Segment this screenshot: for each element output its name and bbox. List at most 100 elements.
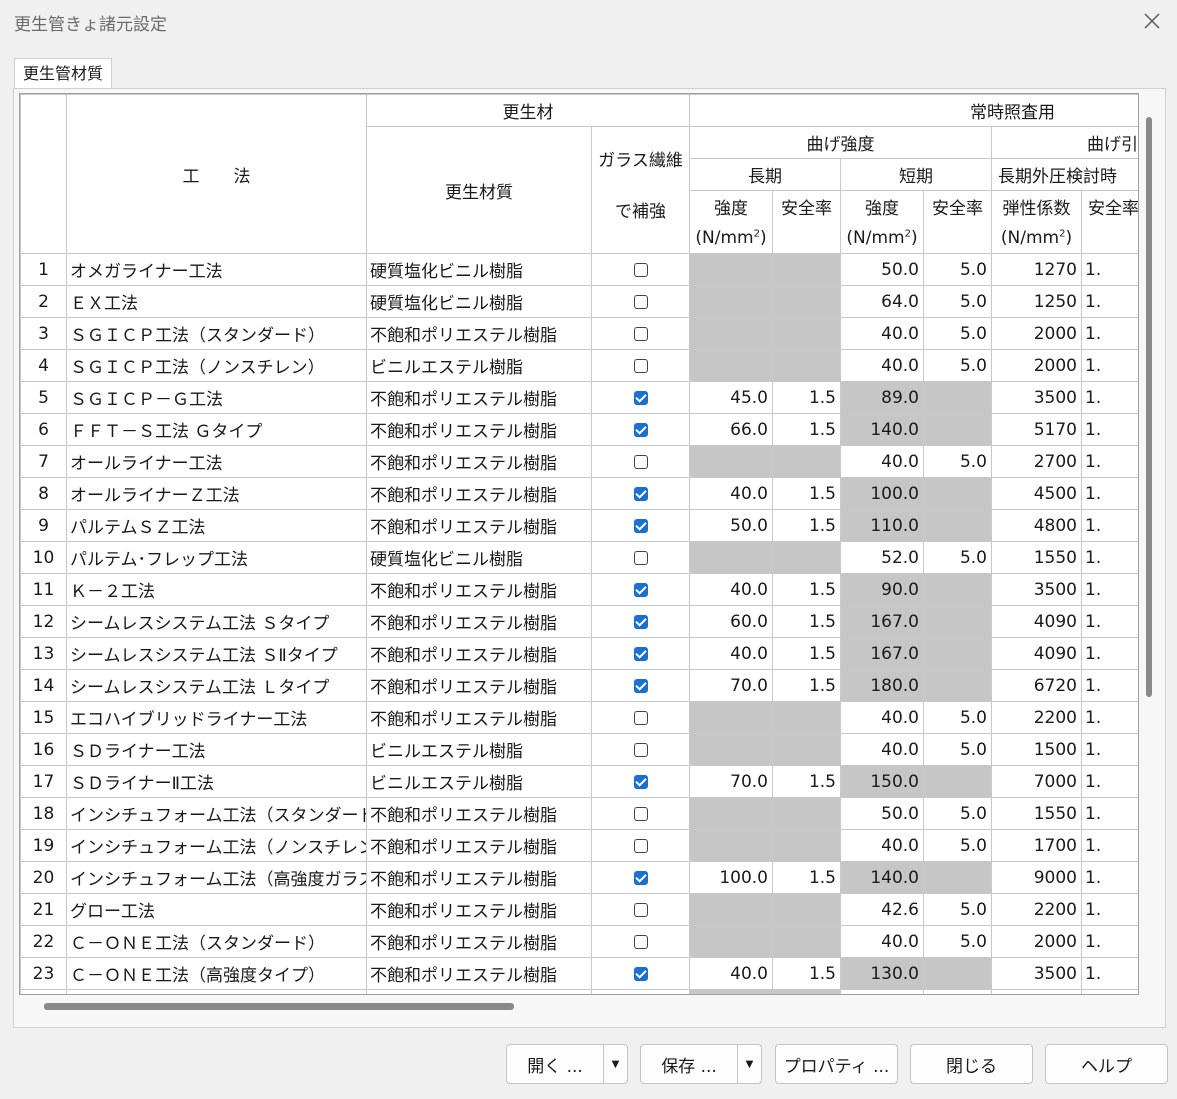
cell-choki-kyodo[interactable] [689, 893, 773, 926]
cell-tanki-anzen[interactable]: 5.0 [923, 317, 992, 350]
cell-dansei[interactable]: 4500 [991, 477, 1082, 510]
cell-choki-anzen[interactable]: 1.5 [772, 605, 841, 638]
cell-choki-anzen[interactable] [772, 253, 841, 286]
cell-kouhou[interactable]: Ｃ－ＯＮＥ工法（スタンダード） [66, 925, 367, 958]
cell-kouhou[interactable]: ＳＧＩＣＰ－Ｇ工法 [66, 381, 367, 414]
cell-choki-anzen[interactable] [772, 349, 841, 382]
cell-choki-anzen[interactable] [772, 445, 841, 478]
cell-choki-anzen[interactable]: 1.5 [772, 413, 841, 446]
cell-kouhou[interactable]: ＳＧＩＣＰ工法（ノンスチレン） [66, 349, 367, 382]
cell-zaishitsu[interactable]: 不飽和ポリエステル樹脂 [366, 637, 592, 670]
save-dropdown-button[interactable]: ▼ [737, 1044, 762, 1084]
cell-choki-kyodo[interactable]: 40.0 [689, 957, 773, 990]
cell-anzen2[interactable]: 1. [1081, 829, 1138, 862]
cell-kouhou[interactable]: パルテム･フレップ工法 [66, 541, 367, 574]
cell-zaishitsu[interactable]: 不飽和ポリエステル樹脂 [366, 509, 592, 542]
table-row[interactable]: 9 パルテムＳＺ工法 不飽和ポリエステル樹脂 50.0 1.5 110.0 4800 1. [20, 509, 1138, 542]
column-header-tanki-kyodo[interactable]: 強度 [840, 190, 924, 222]
cell-tanki-kyodo[interactable]: 40.0 [840, 829, 924, 862]
cell-choki-kyodo[interactable] [689, 925, 773, 958]
cell-zaishitsu[interactable]: 不飽和ポリエステル樹脂 [366, 413, 592, 446]
close-button[interactable]: 閉じる [910, 1044, 1033, 1084]
column-header-choki-anzen[interactable]: 安全率 [772, 190, 841, 222]
cell-tanki-kyodo[interactable]: 64.0 [840, 285, 924, 318]
table-row[interactable]: 10 パルテム･フレップ工法 硬質塩化ビニル樹脂 52.0 5.0 1550 1. [20, 541, 1138, 574]
cell-choki-anzen[interactable]: 1.5 [772, 669, 841, 702]
cell-kouhou[interactable]: オールライナーＺ工法 [66, 477, 367, 510]
cell-anzen2[interactable]: 1. [1081, 445, 1138, 478]
cell-choki-anzen[interactable] [772, 893, 841, 926]
cell-anzen2[interactable]: 1. [1081, 317, 1138, 350]
cell-tanki-anzen[interactable] [923, 957, 992, 990]
cell-dansei[interactable]: 7000 [991, 765, 1082, 798]
cell-anzen2[interactable]: 1. [1081, 413, 1138, 446]
column-header-tanki-anzen[interactable]: 安全率 [923, 190, 992, 222]
table-row[interactable]: 22 Ｃ－ＯＮＥ工法（スタンダード） 不飽和ポリエステル樹脂 40.0 5.0 2000 1… [20, 925, 1138, 958]
glass-checkbox[interactable] [633, 614, 648, 629]
table-row[interactable]: 13 シームレスシステム工法 ＳⅡタイプ 不飽和ポリエステル樹脂 40.0 1.5 167… [20, 637, 1138, 670]
cell-zaishitsu[interactable]: 不飽和ポリエステル樹脂 [366, 381, 592, 414]
cell-glass[interactable] [591, 861, 690, 894]
cell-kouhou[interactable]: インシチュフォーム工法（高強度ガラス） [66, 861, 367, 894]
glass-checkbox[interactable] [633, 294, 648, 309]
cell-dansei[interactable]: 3500 [991, 381, 1082, 414]
cell-dansei[interactable]: 1550 [991, 541, 1082, 574]
cell-tanki-kyodo[interactable]: 180.0 [840, 669, 924, 702]
cell-glass[interactable] [591, 829, 690, 862]
cell-tanki-anzen[interactable] [923, 861, 992, 894]
row-number[interactable]: 2 [20, 285, 67, 318]
cell-dansei[interactable]: 4090 [991, 637, 1082, 670]
cell-tanki-kyodo[interactable]: 40.0 [840, 349, 924, 382]
cell-choki-anzen[interactable]: 1.5 [772, 637, 841, 670]
table-row[interactable]: 11 Ｋ－２工法 不飽和ポリエステル樹脂 40.0 1.5 90.0 3500 1. [20, 573, 1138, 606]
cell-choki-kyodo[interactable]: 100.0 [689, 861, 773, 894]
cell-dansei[interactable]: 1270 [991, 253, 1082, 286]
cell-anzen2[interactable]: 1. [1081, 285, 1138, 318]
glass-checkbox[interactable] [633, 486, 648, 501]
glass-checkbox[interactable] [633, 390, 648, 405]
properties-button[interactable]: プロパティ ... [775, 1044, 898, 1084]
cell-tanki-anzen[interactable]: 5.0 [923, 445, 992, 478]
cell-zaishitsu[interactable]: 不飽和ポリエステル樹脂 [366, 445, 592, 478]
cell-zaishitsu[interactable]: 不飽和ポリエステル樹脂 [366, 605, 592, 638]
cell-glass[interactable] [591, 253, 690, 286]
cell-zaishitsu[interactable]: 不飽和ポリエステル樹脂 [366, 957, 592, 990]
row-number[interactable]: 20 [20, 861, 67, 894]
cell-zaishitsu[interactable]: 不飽和ポリエステル樹脂 [366, 669, 592, 702]
cell-tanki-anzen[interactable]: 5.0 [923, 733, 992, 766]
cell-glass[interactable] [591, 349, 690, 382]
cell-kouhou[interactable]: グロー工法 [66, 893, 367, 926]
cell-tanki-anzen[interactable] [923, 573, 992, 606]
table-row[interactable]: 7 オールライナー工法 不飽和ポリエステル樹脂 40.0 5.0 2700 1. [20, 445, 1138, 478]
cell-tanki-anzen[interactable] [923, 509, 992, 542]
cell-dansei[interactable]: 3500 [991, 957, 1082, 990]
cell-anzen2[interactable]: 1. [1081, 701, 1138, 734]
cell-choki-kyodo[interactable]: 40.0 [689, 573, 773, 606]
table-row[interactable]: 18インシチュフォーム工法（スタンダードＢ）不飽和ポリエステル樹脂 50.05.0… [20, 797, 1138, 830]
cell-dansei[interactable]: 5170 [991, 413, 1082, 446]
cell-choki-kyodo[interactable]: 40.0 [689, 477, 773, 510]
cell-kouhou[interactable]: エコハイブリッドライナー工法 [66, 701, 367, 734]
cell-tanki-anzen[interactable]: 5.0 [923, 349, 992, 382]
cell-tanki-kyodo[interactable]: 90.0 [840, 573, 924, 606]
cell-tanki-kyodo[interactable]: 40.0 [840, 445, 924, 478]
cell-tanki-kyodo[interactable]: 110.0 [840, 509, 924, 542]
cell-kouhou[interactable]: Ｋ－２工法 [66, 573, 367, 606]
glass-checkbox[interactable] [633, 326, 648, 341]
open-dropdown-button[interactable]: ▼ [603, 1044, 628, 1084]
table-row[interactable]: 20 インシチュフォーム工法（高強度ガラス） 不飽和ポリエステル樹脂 100.0 1.5… [20, 861, 1138, 894]
table-row[interactable]: 16 ＳＤライナー工法 ビニルエステル樹脂 40.0 5.0 1500 1. [20, 733, 1138, 766]
cell-anzen2[interactable]: 1. [1081, 573, 1138, 606]
cell-tanki-anzen[interactable]: 5.0 [923, 541, 992, 574]
cell-choki-anzen[interactable] [772, 701, 841, 734]
cell-zaishitsu[interactable]: 硬質塩化ビニル樹脂 [366, 253, 592, 286]
cell-kouhou[interactable]: シームレスシステム工法 Ｓタイプ [66, 605, 367, 638]
cell-choki-kyodo[interactable] [689, 349, 773, 382]
cell-kouhou[interactable]: ＳＧＩＣＰ工法（スタンダード） [66, 317, 367, 350]
glass-checkbox[interactable] [633, 774, 648, 789]
cell-choki-anzen[interactable]: 1.5 [772, 957, 841, 990]
cell-choki-kyodo[interactable] [689, 253, 773, 286]
cell-dansei[interactable]: 2200 [991, 701, 1082, 734]
cell-zaishitsu[interactable]: 硬質塩化ビニル樹脂 [366, 541, 592, 574]
glass-checkbox[interactable] [633, 358, 648, 373]
